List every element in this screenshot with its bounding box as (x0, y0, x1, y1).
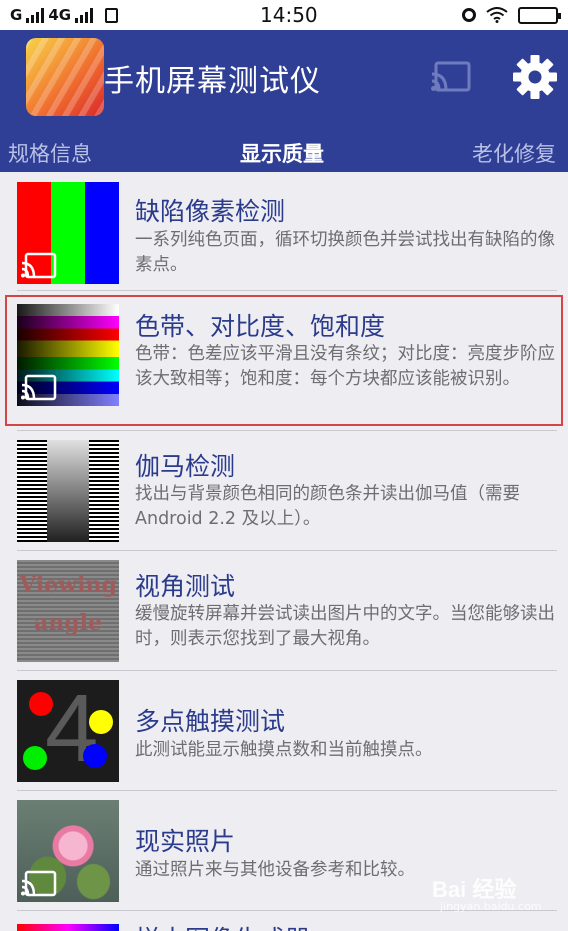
status-left: G 4G (10, 6, 119, 24)
sim-icon (105, 7, 119, 23)
app-title: 手机屏幕测试仪 (104, 64, 321, 99)
item-title: 样本图像生成器 (135, 920, 310, 931)
touch-dot (89, 710, 113, 734)
touch-dot (23, 746, 47, 770)
item-description: 找出与背景颜色相同的颜色条并读出伽马值（需要 Android 2.2 及以上）。 (135, 484, 520, 529)
app-bar: 手机屏幕测试仪 规格信息 显示质量 老化修复 (0, 30, 568, 172)
signal-icon-2 (75, 7, 94, 23)
selection-highlight (5, 295, 563, 426)
cast-icon (21, 252, 57, 279)
app-logo (26, 38, 104, 116)
item-description: 缓慢旋转屏幕并尝试读出图片中的文字。当您能够读出时，则表示您找到了最大视角。 (135, 604, 555, 649)
divider (17, 290, 557, 291)
signal-icon (26, 7, 45, 23)
list-item-sample-image[interactable]: 样本图像生成器 (0, 912, 568, 931)
gear-icon[interactable] (512, 54, 558, 100)
watermark-url: jingyan.baidu.com (440, 900, 542, 913)
item-title: 缺陷像素检测 (135, 197, 286, 226)
lotus-photo-thumbnail (17, 800, 119, 902)
battery-icon (518, 6, 561, 24)
test-list: 缺陷像素检测 一系列纯色页面，循环切换颜色并尝试找出有缺陷的像素点。 色带、对比… (0, 172, 568, 931)
item-description: 此测试能显示触摸点数和当前触摸点。 (135, 740, 433, 760)
thumb-text: angle (34, 610, 102, 636)
item-description: 一系列纯色页面，循环切换颜色并尝试找出有缺陷的像素点。 (135, 230, 555, 275)
divider (17, 790, 557, 791)
item-title: 视角测试 (135, 572, 236, 601)
cast-icon (21, 870, 57, 897)
tab-display-quality[interactable]: 显示质量 (240, 138, 324, 168)
item-title: 现实照片 (135, 827, 236, 856)
thumb-text: Viewing (19, 572, 117, 598)
divider (17, 670, 557, 671)
list-item-dead-pixel[interactable]: 缺陷像素检测 一系列纯色页面，循环切换颜色并尝试找出有缺陷的像素点。 (0, 172, 568, 292)
multitouch-thumbnail: 4 (17, 680, 119, 782)
tab-burn-in-fix[interactable]: 老化修复 (472, 138, 556, 168)
list-item-gamma[interactable]: 伽马检测 找出与背景颜色相同的颜色条并读出伽马值（需要 Android 2.2 … (0, 432, 568, 550)
divider (17, 430, 557, 431)
carrier-label-1: G (10, 6, 23, 24)
alarm-icon (462, 8, 476, 22)
carrier-label-2: 4G (48, 6, 72, 24)
tab-specs[interactable]: 规格信息 (8, 138, 92, 168)
list-item-viewing-angle[interactable]: Viewing angle 视角测试 缓慢旋转屏幕并尝试读出图片中的文字。当您能… (0, 552, 568, 670)
rgb-bars-thumbnail (17, 182, 119, 284)
divider (17, 550, 557, 551)
list-item-multitouch[interactable]: 4 多点触摸测试 此测试能显示触摸点数和当前触摸点。 (0, 672, 568, 790)
sample-thumbnail (17, 924, 119, 931)
gamma-thumbnail (17, 440, 119, 542)
wifi-icon (486, 7, 508, 23)
item-title: 伽马检测 (135, 452, 236, 481)
item-title: 多点触摸测试 (135, 707, 286, 736)
cast-icon[interactable] (430, 60, 472, 96)
status-right (462, 6, 561, 24)
touch-dot (29, 692, 53, 716)
touch-dot (83, 744, 107, 768)
tab-bar: 规格信息 显示质量 老化修复 (0, 134, 568, 172)
viewing-angle-thumbnail: Viewing angle (17, 560, 119, 662)
status-bar: G 4G 14:50 (0, 0, 568, 30)
clock: 14:50 (260, 3, 318, 27)
